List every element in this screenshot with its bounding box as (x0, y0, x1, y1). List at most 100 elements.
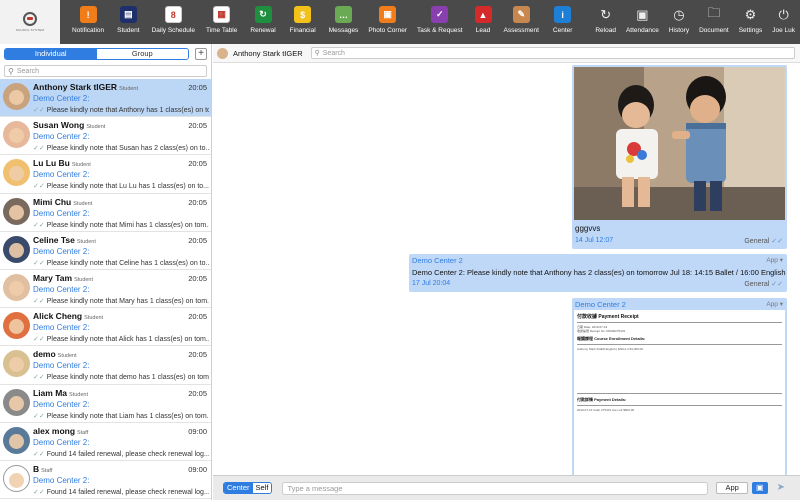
avatar (3, 197, 30, 225)
receipt-divider (577, 344, 782, 345)
message-source-dropdown[interactable]: App ▾ (766, 256, 783, 264)
conversation-time: 20:05 (188, 273, 207, 283)
avatar (3, 464, 30, 492)
folder-icon: 🗀 (707, 4, 721, 20)
avatar (3, 388, 30, 416)
message-category: General (744, 238, 770, 245)
conversation-item[interactable]: alex mong Staff 09:00 Demo Center 2: ✓✓ Found… (0, 423, 211, 461)
logo-icon (23, 12, 37, 26)
sender-toggle: Center Self (223, 482, 273, 494)
toolbar-joe-luk[interactable]: ⏻ Joe Luk (772, 6, 795, 35)
conversation-role: Student (76, 238, 96, 245)
message-sender: Demo Center 2 (575, 300, 626, 309)
conversation-name: Mary Tam Student (33, 272, 94, 283)
message-source-dropdown[interactable]: App ▾ (766, 300, 783, 308)
toolbar-task-request[interactable]: ✓ Task & Request (417, 6, 463, 34)
toggle-center[interactable]: Center (224, 483, 253, 493)
conversation-preview: ✓✓ Please kindly note that Celine has 1 c… (33, 259, 209, 267)
avatar (3, 426, 30, 454)
message-photo[interactable] (574, 67, 785, 220)
conversation-preview: ✓✓ Please kindly note that Susan has 2 cl… (33, 145, 209, 153)
history-icon: ◷ (673, 6, 685, 22)
student-card-icon: ▤ (119, 6, 137, 23)
read-tick-icon: ✓✓ (33, 488, 45, 496)
tab-group[interactable]: Group (96, 48, 189, 59)
conversation-item[interactable]: Liam Ma Student 20:05 Demo Center 2: ✓✓ Pleas… (0, 385, 211, 423)
conversation-item[interactable]: Susan Wong Student 20:05 Demo Center 2: ✓✓ Pl… (0, 117, 211, 156)
toolbar-student[interactable]: ▤ Student (117, 6, 140, 34)
conversation-time: 20:05 (188, 312, 207, 322)
conversation-preview: ✓✓ Please kindly note that Mary has 1 cla… (33, 297, 209, 305)
toolbar-reload[interactable]: ↻ Reload (595, 6, 616, 35)
toolbar-label: Daily Schedule (151, 27, 195, 34)
toolbar-assessment[interactable]: ✎ Assessment (504, 6, 539, 34)
conversation-preview: ✓✓ Found 14 failed renewal, please check … (33, 488, 209, 496)
lead-icon: ▲ (474, 6, 492, 23)
avatar (3, 83, 30, 110)
toolbar-lead[interactable]: ▲ Lead (474, 6, 492, 34)
tab-individual[interactable]: Individual (5, 48, 97, 59)
conversation-name: Celine Tse Student (33, 234, 96, 245)
toolbar-label: Messages (328, 27, 359, 34)
message-area[interactable]: gggvvs 14 Jul 12:07 General ✓✓ Demo Cente… (213, 63, 800, 475)
individual-group-toggle: Individual Group (4, 47, 190, 60)
conversation-item[interactable]: Mimi Chu Student 20:05 Demo Center 2: ✓✓ Plea… (0, 194, 211, 232)
toolbar-document[interactable]: 🗀 Document (699, 4, 729, 35)
conversation-name: B Staff (33, 463, 53, 474)
toolbar-label: Reload (595, 27, 616, 34)
conversation-item[interactable]: Alick Cheng Student 20:05 Demo Center 2: ✓✓ P… (0, 308, 211, 347)
new-chat-button[interactable]: + (195, 47, 207, 60)
conversation-name: Liam Ma Student (33, 387, 88, 398)
avatar (3, 159, 30, 187)
conversation-sender: Demo Center 2: (33, 399, 90, 409)
conversation-name: alex mong Staff (33, 425, 89, 436)
send-button[interactable]: ➤ (774, 482, 788, 494)
toolbar-financial[interactable]: $ Financial (290, 6, 316, 34)
toolbar-renewal[interactable]: ↻ Renewal (250, 6, 276, 34)
photo-message[interactable]: gggvvs 14 Jul 12:07 General ✓✓ (572, 65, 787, 249)
conversation-item[interactable]: B Staff 09:00 Demo Center 2: ✓✓ Found 14 fail… (0, 461, 211, 500)
toolbar-label: Attendance (625, 27, 659, 34)
receipt-title: 付款收據 Payment Receipt (577, 314, 639, 320)
conversation-time: 20:05 (188, 197, 207, 207)
conversation-role: Staff (41, 467, 53, 474)
message-date: 17 Jul 20:04 (412, 280, 451, 287)
message-input-bar: Center Self Type a message App ▣ ➤ (213, 475, 800, 500)
toolbar-history[interactable]: ◷ History (669, 6, 689, 35)
send-icon: ➤ (776, 482, 785, 493)
dollar-icon: $ (294, 6, 312, 23)
toolbar-settings[interactable]: ⚙ Settings (739, 6, 763, 35)
avatar (3, 121, 30, 149)
toolbar-center[interactable]: i Center (553, 6, 572, 34)
message-text: Demo Center 2: Please kindly note that A… (412, 268, 786, 277)
message-input[interactable]: Type a message (282, 481, 709, 495)
toolbar-time-table[interactable]: ▦ Time Table (206, 6, 237, 34)
conversation-item[interactable]: Mary Tam Student 20:05 Demo Center 2: ✓✓ Plea… (0, 270, 211, 309)
text-message[interactable]: Demo Center 2 App ▾ Demo Center 2: Pleas… (409, 254, 787, 292)
conversation-item[interactable]: Celine Tse Student 20:05 Demo Center 2: ✓✓ Pl… (0, 232, 211, 270)
toolbar-right-items: ↻ Reload ▣ Attendance ◷ History 🗀 Document ⚙ Sett… (590, 0, 800, 44)
app-button[interactable]: App (716, 482, 748, 494)
toolbar-items: ! Notification ▤ Student 8 Daily Schedule ▦ Tim… (60, 0, 590, 44)
camera-icon: ▣ (756, 483, 764, 492)
toolbar-daily-schedule[interactable]: 8 Daily Schedule (152, 6, 195, 34)
toolbar-label: Financial (289, 27, 316, 34)
conversation-item[interactable]: Anthony Stark tIGER Student 20:05 Demo Cent… (0, 79, 211, 118)
photo-icon: ▣ (379, 6, 397, 23)
toolbar-photo-corner[interactable]: ▣ Photo Corner (368, 6, 407, 34)
receipt-message[interactable]: Demo Center 2 App ▾ 付款收據 Payment Receipt… (572, 298, 787, 475)
toolbar-notification[interactable]: ! Notification (72, 6, 104, 34)
message-search-input[interactable]: ⚲ Search (310, 47, 795, 59)
toolbar-messages[interactable]: … Messages (328, 6, 359, 34)
conversation-search-input[interactable]: ⚲ Search (4, 65, 207, 77)
conversation-time: 09:00 (188, 426, 207, 436)
conversation-role: Student (71, 162, 91, 169)
receipt-image[interactable]: 付款收據 Payment Receipt 日期 Date: 2019-07-19… (574, 310, 785, 475)
conversation-preview: ✓✓ Please kindly note that Lu Lu has 1 cl… (33, 183, 209, 191)
toggle-self[interactable]: Self (252, 483, 272, 493)
camera-button[interactable]: ▣ (751, 482, 768, 494)
conversation-item[interactable]: demo Student 20:05 Demo Center 2: ✓✓ Please k… (0, 346, 211, 385)
conversation-time: 20:05 (188, 121, 207, 131)
conversation-item[interactable]: Lu Lu Bu Student 20:05 Demo Center 2: ✓✓ Plea… (0, 155, 211, 194)
toolbar-attendance[interactable]: ▣ Attendance (625, 6, 659, 35)
